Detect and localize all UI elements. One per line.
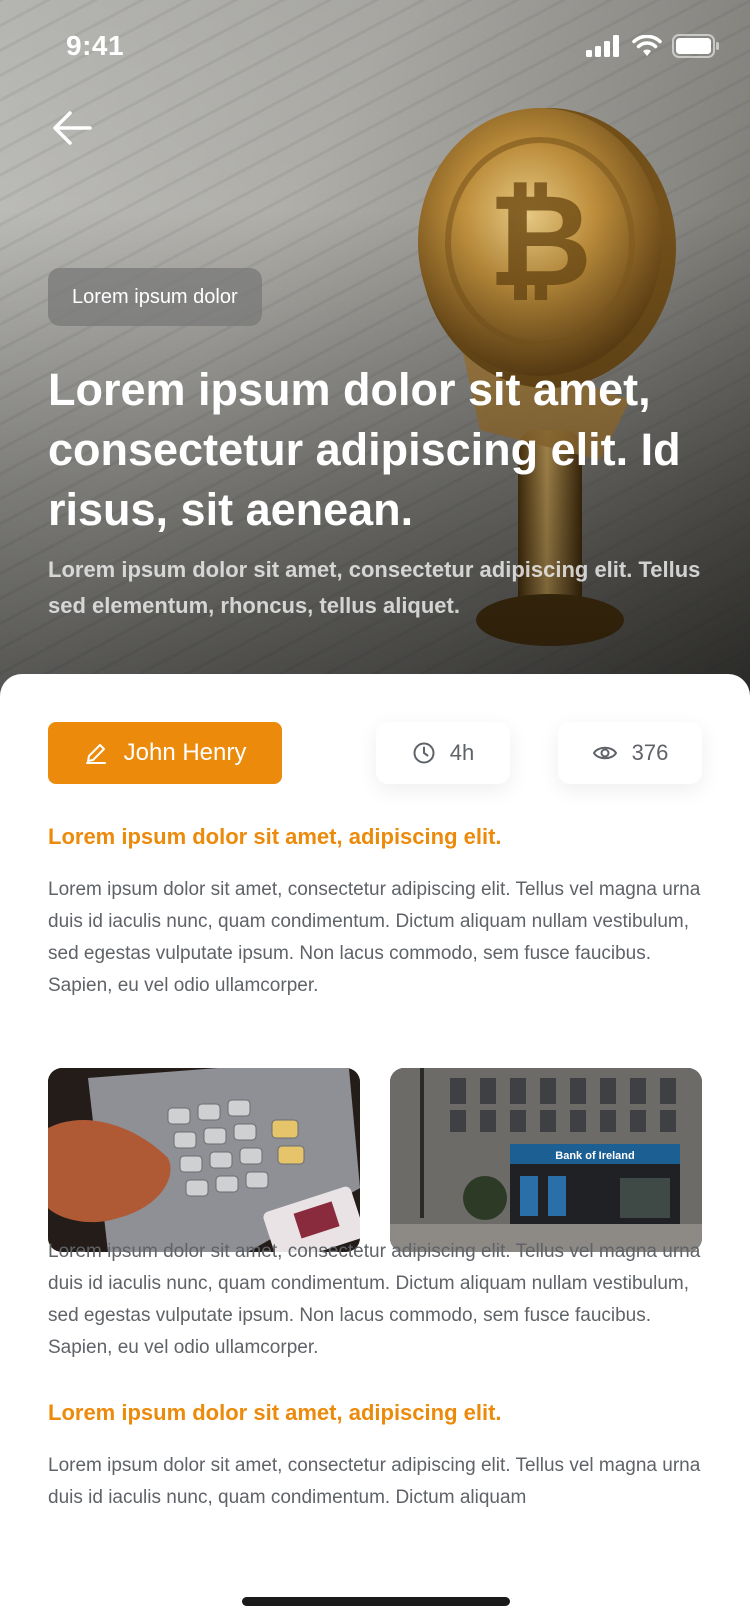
home-indicator[interactable] <box>242 1597 510 1606</box>
clock-icon <box>413 742 435 764</box>
status-bar: 9:41 <box>0 0 750 94</box>
status-icons <box>586 34 720 58</box>
article-paragraph: Lorem ipsum dolor sit amet, consectetur … <box>48 1455 701 1508</box>
back-button[interactable] <box>50 108 94 148</box>
signal-icon <box>586 35 619 57</box>
article-title: Lorem ipsum dolor sit amet, consectetur … <box>48 364 681 535</box>
author-button[interactable]: John Henry <box>48 722 282 784</box>
arrow-left-icon <box>53 111 92 145</box>
article-subtitle: Lorem ipsum dolor sit amet, consectetur … <box>48 557 701 618</box>
article-sheet: John Henry 4h 376 Lorem ipsum dolor sit … <box>0 674 750 1624</box>
bank-street-photo[interactable]: Bank of Ireland <box>390 1068 702 1252</box>
read-time-badge: 4h <box>376 722 510 784</box>
battery-icon <box>672 34 719 58</box>
atm-keypad-illustration <box>48 1068 360 1252</box>
bottom-fade <box>0 1514 750 1624</box>
section-heading: Lorem ipsum dolor sit amet, adipiscing e… <box>48 1400 502 1425</box>
category-chip[interactable]: Lorem ipsum dolor <box>48 268 262 326</box>
eye-icon <box>592 746 617 760</box>
read-time-value: 4h <box>449 740 475 765</box>
pencil-icon <box>85 744 106 764</box>
article-paragraph: Lorem ipsum dolor sit amet, consectetur … <box>48 879 701 996</box>
views-count: 376 <box>631 740 669 765</box>
article-paragraph: Lorem ipsum dolor sit amet, consectetur … <box>48 1241 701 1358</box>
atm-keypad-photo[interactable] <box>48 1068 360 1252</box>
bank-sign-text: Bank of Ireland <box>555 1150 634 1162</box>
status-time: 9:41 <box>66 30 125 61</box>
bank-building-illustration: Bank of Ireland <box>390 1068 702 1252</box>
section-heading: Lorem ipsum dolor sit amet, adipiscing e… <box>48 824 502 849</box>
views-badge: 376 <box>558 722 702 784</box>
author-name: John Henry <box>123 739 247 766</box>
wifi-icon <box>632 35 662 56</box>
